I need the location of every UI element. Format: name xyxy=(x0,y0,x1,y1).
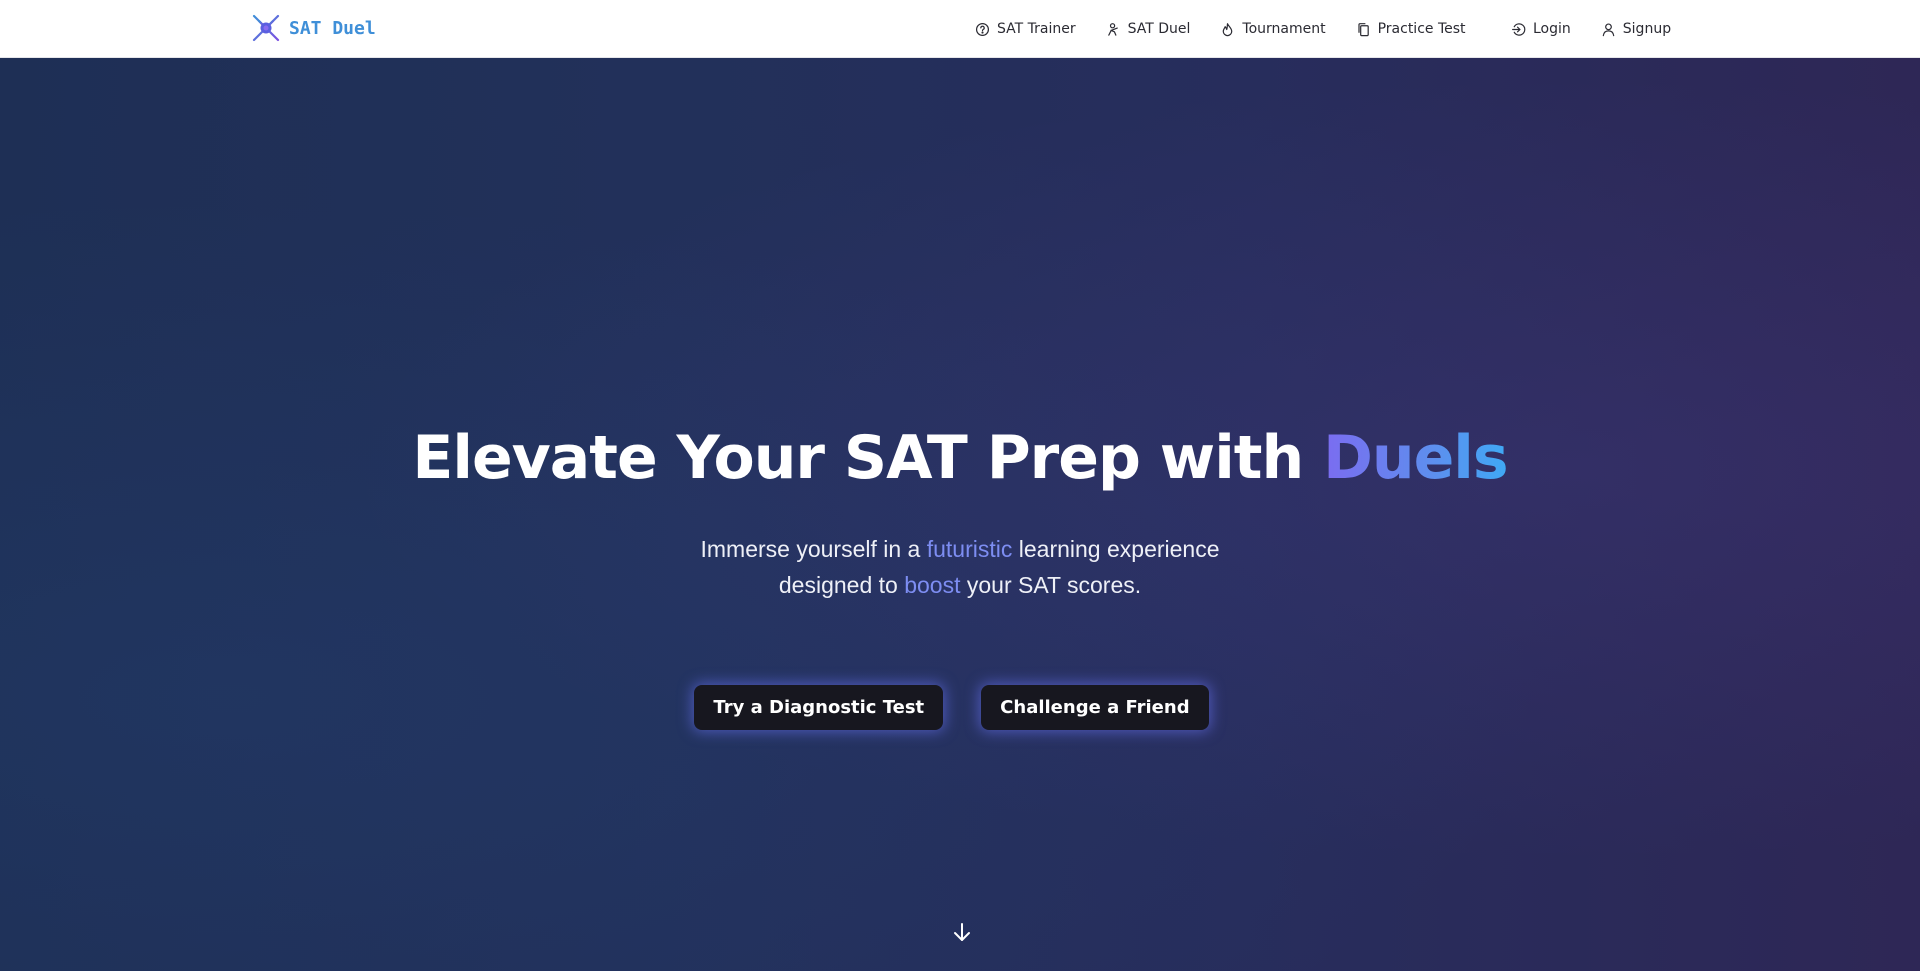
brand-link[interactable]: SAT Duel xyxy=(251,13,376,43)
nav-sat-trainer[interactable]: SAT Trainer xyxy=(975,21,1076,37)
subtitle-highlight-futuristic: futuristic xyxy=(926,536,1013,562)
nav-practice-test[interactable]: Practice Test xyxy=(1356,21,1466,37)
question-circle-icon xyxy=(975,22,990,36)
document-copy-icon xyxy=(1357,22,1369,36)
subtitle-text: your SAT scores. xyxy=(960,572,1142,598)
user-icon xyxy=(1602,22,1615,36)
hero-subtitle: Immerse yourself in a futuristic learnin… xyxy=(0,531,1920,603)
subtitle-text: designed to xyxy=(778,572,905,598)
hero-content: Elevate Your SAT Prep with Duels Immerse… xyxy=(0,58,1920,971)
top-navbar: SAT Duel SAT Trainer SAT Duel Tournament xyxy=(0,0,1920,58)
nav-login-label: Login xyxy=(1533,21,1571,37)
nav-signup-label: Signup xyxy=(1622,21,1672,37)
nav-sat-duel[interactable]: SAT Duel xyxy=(1106,21,1191,37)
challenge-friend-button[interactable]: Challenge a Friend xyxy=(981,685,1209,730)
auth-nav: Login Signup xyxy=(1511,0,1671,58)
subtitle-text: Immerse yourself in a xyxy=(700,536,927,562)
hero-cta-group: Try a Diagnostic Test Challenge a Friend xyxy=(0,685,1920,730)
subtitle-highlight-boost: boost xyxy=(904,572,961,598)
subtitle-text: learning experience xyxy=(1012,536,1220,562)
nav-sat-trainer-label: SAT Trainer xyxy=(997,21,1076,37)
nav-login[interactable]: Login xyxy=(1511,21,1571,37)
duel-icon xyxy=(1107,22,1118,36)
hero-section: Elevate Your SAT Prep with Duels Immerse… xyxy=(0,58,1920,971)
hero-title-highlight: Duels xyxy=(1323,423,1508,493)
nav-practice-test-label: Practice Test xyxy=(1377,21,1466,37)
login-icon xyxy=(1512,22,1526,36)
diagnostic-test-button[interactable]: Try a Diagnostic Test xyxy=(694,685,944,730)
scroll-down-button[interactable] xyxy=(951,921,973,943)
hero-title: Elevate Your SAT Prep with Duels xyxy=(0,423,1920,493)
nav-signup[interactable]: Signup xyxy=(1601,21,1671,37)
nav-tournament-label: Tournament xyxy=(1242,21,1326,37)
arrow-down-icon xyxy=(954,923,970,941)
flame-icon xyxy=(1223,22,1233,36)
brand-name: SAT Duel xyxy=(289,17,376,39)
hero-title-prefix: Elevate Your SAT Prep with xyxy=(412,423,1324,493)
nav-tournament[interactable]: Tournament xyxy=(1220,21,1326,37)
nav-sat-duel-label: SAT Duel xyxy=(1127,21,1191,37)
spider-logo-icon xyxy=(252,14,280,42)
main-nav: SAT Trainer SAT Duel Tournament Practice… xyxy=(975,0,1466,58)
